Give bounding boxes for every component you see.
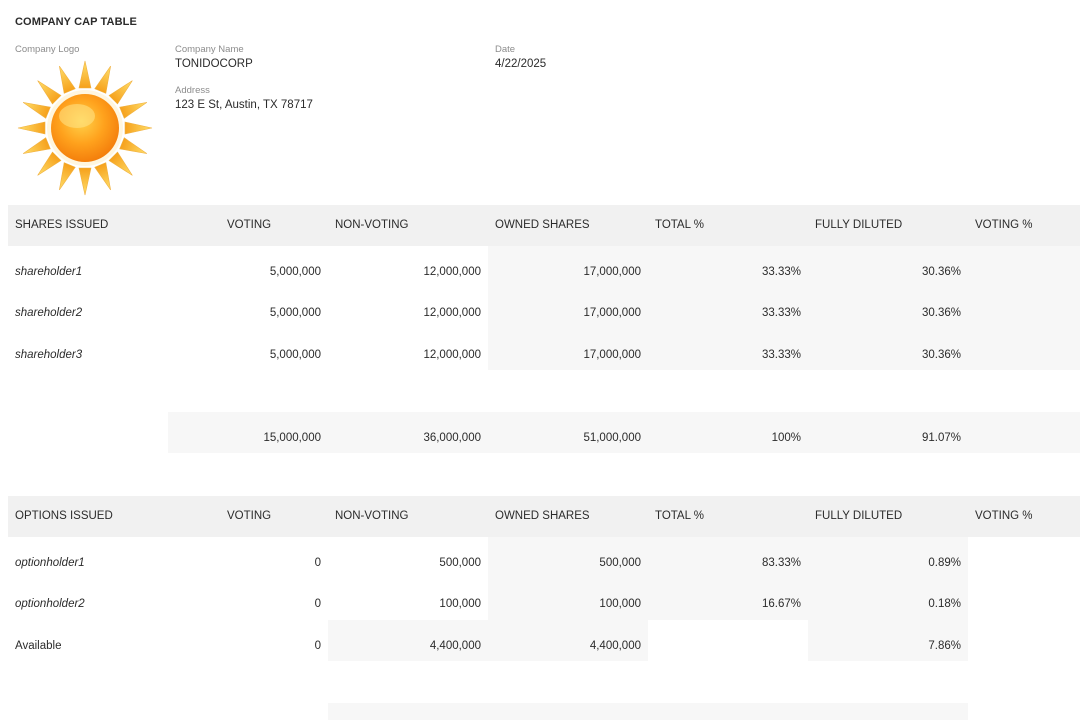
total-pct-value: 16.67% (761, 598, 801, 610)
col-header-options-issued: OPTIONS ISSUED (15, 510, 113, 522)
available-label: Available (15, 640, 62, 652)
voting-value: 0 (314, 598, 321, 610)
non-voting-value: 12,000,000 (423, 349, 481, 361)
table-row: shareholder2 5,000,000 12,000,000 17,000… (0, 293, 1080, 334)
col-header-voting-pct: VOTING % (975, 219, 1033, 231)
voting-value: 5,000,000 (269, 266, 321, 278)
total-voting-value: 15,000,000 (263, 432, 321, 444)
totals-row: 15,000,000 36,000,000 51,000,000 100% 91… (0, 418, 1080, 459)
page-title: COMPANY CAP TABLE (15, 16, 137, 28)
col-header-voting-pct: VOTING % (975, 510, 1033, 522)
owned-shares-value: 4,400,000 (589, 640, 641, 652)
owned-shares-value: 17,000,000 (583, 266, 641, 278)
fully-diluted-value: 30.36% (921, 307, 961, 319)
col-header-owned-shares: OWNED SHARES (495, 510, 590, 522)
total-pct-value: 83.33% (761, 557, 801, 569)
owned-shares-value: 17,000,000 (583, 349, 641, 361)
date-label: Date (495, 44, 516, 55)
fully-diluted-value: 0.89% (928, 557, 961, 569)
shareholder-name: shareholder2 (15, 307, 83, 319)
col-header-owned-shares: OWNED SHARES (495, 219, 590, 231)
col-header-total-pct: TOTAL % (655, 219, 704, 231)
col-header-total-pct: TOTAL % (655, 510, 704, 522)
voting-value: 0 (314, 640, 321, 652)
owned-shares-value: 100,000 (599, 598, 641, 610)
total-pct-sum-value: 100% (771, 432, 801, 444)
col-header-voting: VOTING (227, 510, 272, 522)
table-row: shareholder3 5,000,000 12,000,000 17,000… (0, 335, 1080, 376)
non-voting-value: 500,000 (439, 557, 481, 569)
col-header-fully-diluted: FULLY DILUTED (815, 219, 903, 231)
optionholder-name: optionholder2 (15, 598, 85, 610)
total-pct-value (651, 626, 801, 667)
table-row: shareholder1 5,000,000 12,000,000 17,000… (0, 252, 1080, 293)
address-value: 123 E St, Austin, TX 78717 (175, 99, 313, 111)
col-header-shares-issued: SHARES ISSUED (15, 219, 109, 231)
company-name-label: Company Name (175, 44, 244, 55)
date-value: 4/22/2025 (495, 58, 547, 70)
col-header-voting: VOTING (227, 219, 272, 231)
company-logo-label: Company Logo (15, 44, 80, 55)
non-voting-value: 12,000,000 (423, 307, 481, 319)
table-row: optionholder2 0 100,000 100,000 16.67% 0… (0, 584, 1080, 625)
address-label: Address (175, 85, 210, 96)
options-issued-table: OPTIONS ISSUED VOTING NON-VOTING OWNED S… (0, 496, 1080, 720)
fully-diluted-value: 30.36% (921, 266, 961, 278)
shares-issued-table: SHARES ISSUED VOTING NON-VOTING OWNED SH… (0, 205, 1080, 455)
total-fully-diluted-value: 91.07% (921, 432, 961, 444)
options-totals-shade (328, 703, 968, 720)
voting-value: 5,000,000 (269, 349, 321, 361)
total-non-voting-value: 36,000,000 (423, 432, 481, 444)
non-voting-value: 12,000,000 (423, 266, 481, 278)
total-pct-value: 33.33% (761, 266, 801, 278)
col-header-non-voting: NON-VOTING (335, 219, 409, 231)
fully-diluted-value: 7.86% (928, 640, 961, 652)
total-pct-value: 33.33% (761, 349, 801, 361)
voting-value: 0 (314, 557, 321, 569)
shareholder-name: shareholder1 (15, 266, 83, 278)
owned-shares-value: 500,000 (599, 557, 641, 569)
col-header-non-voting: NON-VOTING (335, 510, 409, 522)
non-voting-value: 4,400,000 (429, 640, 481, 652)
shareholder-name: shareholder3 (15, 349, 83, 361)
sun-icon (17, 60, 153, 196)
voting-value: 5,000,000 (269, 307, 321, 319)
col-header-fully-diluted: FULLY DILUTED (815, 510, 903, 522)
company-name-value: TONIDOCORP (175, 58, 253, 70)
fully-diluted-value: 0.18% (928, 598, 961, 610)
fully-diluted-value: 30.36% (921, 349, 961, 361)
non-voting-value: 100,000 (439, 598, 481, 610)
total-pct-value: 33.33% (761, 307, 801, 319)
table-row: optionholder1 0 500,000 500,000 83.33% 0… (0, 543, 1080, 584)
available-row: Available 0 4,400,000 4,400,000 7.86% (0, 626, 1080, 667)
optionholder-name: optionholder1 (15, 557, 85, 569)
owned-shares-value: 17,000,000 (583, 307, 641, 319)
total-owned-shares-value: 51,000,000 (583, 432, 641, 444)
